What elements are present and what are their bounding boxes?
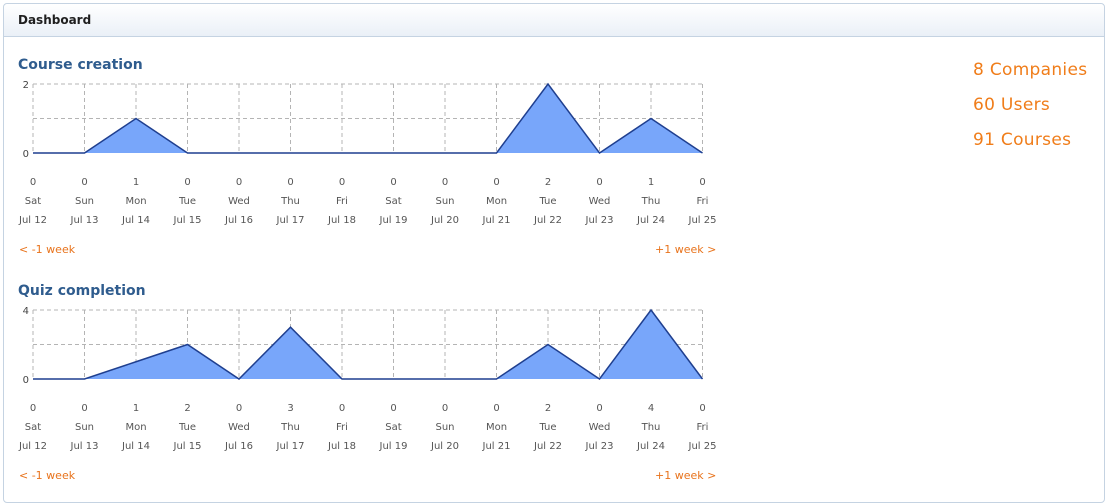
data-value-label: 2 bbox=[545, 403, 551, 414]
day-label: Wed bbox=[228, 422, 250, 433]
day-label: Fri bbox=[697, 196, 709, 207]
quiz-prev-week-link[interactable]: < -1 week bbox=[19, 469, 75, 482]
day-label: Tue bbox=[538, 422, 556, 433]
data-value-label: 0 bbox=[287, 177, 293, 188]
data-value-label: 0 bbox=[390, 177, 396, 188]
data-value-label: 0 bbox=[184, 177, 190, 188]
date-label: Jul 24 bbox=[636, 441, 665, 452]
data-value-label: 0 bbox=[81, 403, 87, 414]
day-label: Tue bbox=[178, 196, 196, 207]
data-value-label: 1 bbox=[133, 177, 139, 188]
day-label: Thu bbox=[641, 422, 661, 433]
data-value-label: 0 bbox=[236, 177, 242, 188]
stat-users: 60 Users bbox=[973, 95, 1051, 115]
quiz-next-week-link[interactable]: +1 week > bbox=[655, 469, 716, 482]
data-value-label: 0 bbox=[236, 403, 242, 414]
date-label: Jul 16 bbox=[224, 215, 253, 226]
day-label: Sat bbox=[25, 422, 41, 433]
date-label: Jul 13 bbox=[70, 441, 99, 452]
date-label: Jul 25 bbox=[688, 441, 717, 452]
y-tick-label: 0 bbox=[23, 149, 29, 160]
date-label: Jul 21 bbox=[482, 441, 511, 452]
date-label: Jul 14 bbox=[121, 215, 150, 226]
day-label: Mon bbox=[486, 196, 507, 207]
data-value-label: 0 bbox=[699, 177, 705, 188]
date-label: Jul 14 bbox=[121, 441, 150, 452]
date-label: Jul 23 bbox=[585, 441, 614, 452]
y-tick-label: 4 bbox=[23, 306, 29, 317]
day-label: Thu bbox=[280, 196, 300, 207]
date-label: Jul 15 bbox=[173, 441, 202, 452]
day-label: Thu bbox=[641, 196, 661, 207]
quiz-completion-chart: 0 4 0 Sat Jul 12 0 Sun Jul 13 1 Mon Jul 14 2 Tue Jul … bbox=[18, 306, 717, 452]
date-label: Jul 24 bbox=[636, 215, 665, 226]
data-value-label: 0 bbox=[339, 403, 345, 414]
day-label: Sun bbox=[75, 422, 94, 433]
data-value-label: 0 bbox=[30, 403, 36, 414]
date-label: Jul 18 bbox=[327, 441, 356, 452]
day-label: Sat bbox=[385, 196, 401, 207]
date-label: Jul 20 bbox=[430, 215, 459, 226]
day-label: Thu bbox=[280, 422, 300, 433]
date-label: Jul 19 bbox=[379, 441, 408, 452]
date-label: Jul 17 bbox=[276, 441, 305, 452]
data-value-label: 3 bbox=[287, 403, 293, 414]
date-label: Jul 17 bbox=[276, 215, 305, 226]
data-value-label: 0 bbox=[339, 177, 345, 188]
data-value-label: 1 bbox=[133, 403, 139, 414]
data-value-label: 0 bbox=[30, 177, 36, 188]
date-label: Jul 19 bbox=[379, 215, 408, 226]
day-label: Mon bbox=[125, 422, 146, 433]
date-label: Jul 12 bbox=[18, 215, 47, 226]
data-value-label: 0 bbox=[596, 177, 602, 188]
day-label: Fri bbox=[336, 422, 348, 433]
day-label: Wed bbox=[589, 196, 611, 207]
data-value-label: 2 bbox=[184, 403, 190, 414]
date-label: Jul 22 bbox=[533, 441, 562, 452]
date-label: Jul 15 bbox=[173, 215, 202, 226]
course-creation-chart: 0 2 0 Sat Jul 12 0 Sun Jul 13 1 Mon Jul 14 0 Tue Jul … bbox=[18, 80, 717, 226]
data-value-label: 0 bbox=[699, 403, 705, 414]
date-label: Jul 18 bbox=[327, 215, 356, 226]
day-label: Tue bbox=[538, 196, 556, 207]
date-label: Jul 22 bbox=[533, 215, 562, 226]
data-value-label: 0 bbox=[390, 403, 396, 414]
data-value-label: 0 bbox=[493, 177, 499, 188]
day-label: Sun bbox=[435, 196, 454, 207]
data-value-label: 2 bbox=[545, 177, 551, 188]
day-label: Mon bbox=[125, 196, 146, 207]
day-label: Tue bbox=[178, 422, 196, 433]
y-tick-label: 0 bbox=[23, 375, 29, 386]
stat-courses: 91 Courses bbox=[973, 130, 1072, 150]
y-tick-label: 2 bbox=[23, 80, 29, 91]
day-label: Sun bbox=[435, 422, 454, 433]
date-label: Jul 16 bbox=[224, 441, 253, 452]
data-value-label: 4 bbox=[648, 403, 654, 414]
data-value-label: 0 bbox=[81, 177, 87, 188]
data-value-label: 0 bbox=[493, 403, 499, 414]
day-label: Wed bbox=[589, 422, 611, 433]
stat-companies: 8 Companies bbox=[973, 60, 1088, 80]
day-label: Sun bbox=[75, 196, 94, 207]
data-value-label: 1 bbox=[648, 177, 654, 188]
date-label: Jul 25 bbox=[688, 215, 717, 226]
date-label: Jul 20 bbox=[430, 441, 459, 452]
day-label: Fri bbox=[336, 196, 348, 207]
date-label: Jul 12 bbox=[18, 441, 47, 452]
data-value-label: 0 bbox=[596, 403, 602, 414]
day-label: Mon bbox=[486, 422, 507, 433]
date-label: Jul 13 bbox=[70, 215, 99, 226]
data-value-label: 0 bbox=[442, 403, 448, 414]
date-label: Jul 21 bbox=[482, 215, 511, 226]
day-label: Sat bbox=[25, 196, 41, 207]
date-label: Jul 23 bbox=[585, 215, 614, 226]
day-label: Sat bbox=[385, 422, 401, 433]
day-label: Fri bbox=[697, 422, 709, 433]
day-label: Wed bbox=[228, 196, 250, 207]
data-value-label: 0 bbox=[442, 177, 448, 188]
